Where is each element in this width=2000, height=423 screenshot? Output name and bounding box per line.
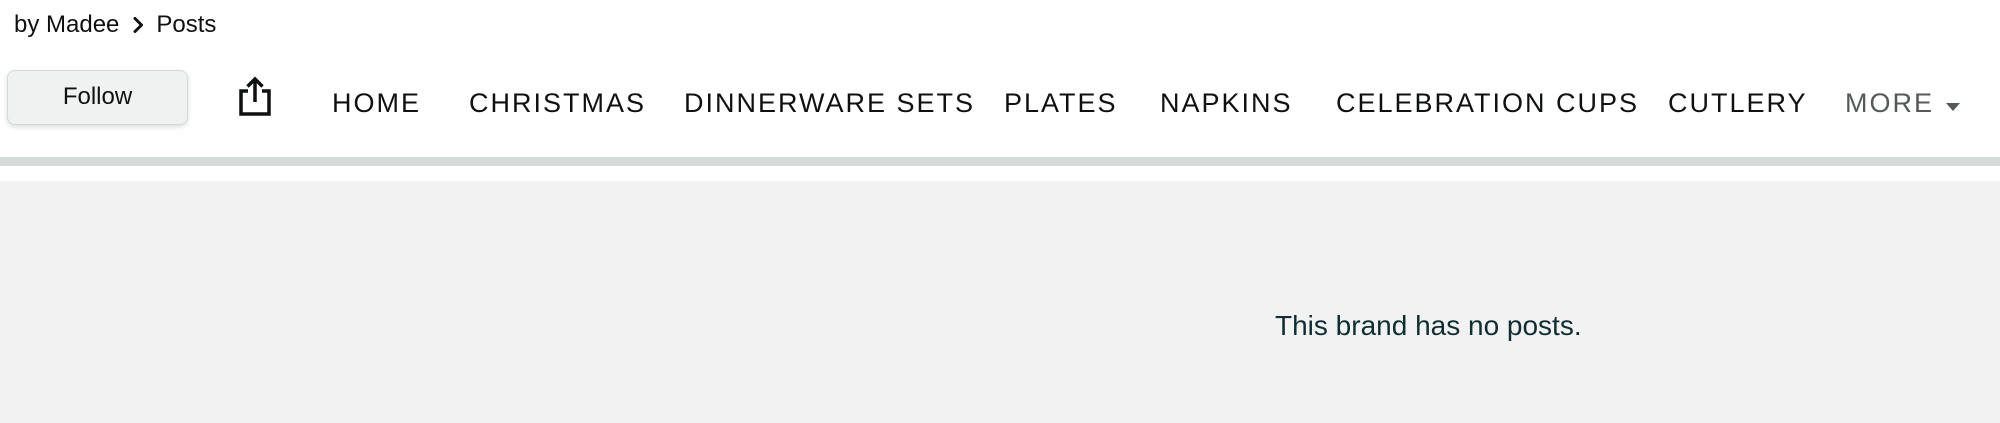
share-icon bbox=[237, 75, 273, 122]
nav-item-celebration-cups[interactable]: CELEBRATION CUPS bbox=[1336, 78, 1639, 128]
nav-item-christmas[interactable]: CHRISTMAS bbox=[469, 78, 646, 128]
nav-item-napkins[interactable]: NAPKINS bbox=[1160, 78, 1293, 128]
nav-item-plates[interactable]: PLATES bbox=[1004, 78, 1118, 128]
nav-divider bbox=[0, 157, 2000, 166]
follow-button[interactable]: Follow bbox=[7, 70, 188, 125]
breadcrumb-current: Posts bbox=[156, 11, 217, 38]
breadcrumb-brand-link[interactable]: by Madee bbox=[14, 11, 119, 39]
posts-content-area: This brand has no posts. bbox=[0, 181, 2000, 423]
empty-posts-message: This brand has no posts. bbox=[1275, 310, 1582, 341]
nav-item-dinnerware-sets[interactable]: DINNERWARE SETS bbox=[684, 78, 975, 128]
nav-more-label: MORE bbox=[1845, 87, 1934, 118]
share-button[interactable] bbox=[234, 76, 276, 120]
breadcrumb: by Madee Posts bbox=[14, 10, 216, 40]
nav-item-home[interactable]: HOME bbox=[332, 78, 421, 128]
nav-more-menu[interactable]: MORE bbox=[1845, 78, 1960, 128]
chevron-right-icon bbox=[133, 17, 144, 33]
caret-down-icon bbox=[1946, 88, 1960, 119]
nav-item-cutlery[interactable]: CUTLERY bbox=[1668, 78, 1808, 128]
